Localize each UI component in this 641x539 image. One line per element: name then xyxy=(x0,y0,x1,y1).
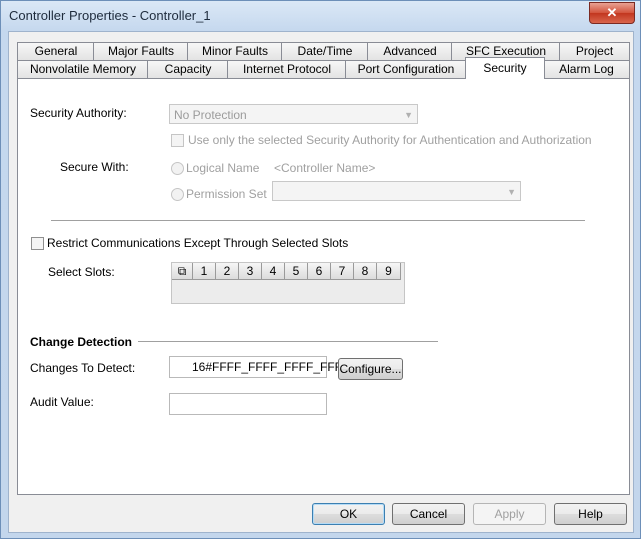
change-detection-heading: Change Detection xyxy=(30,335,133,349)
chevron-down-icon: ▼ xyxy=(507,187,516,197)
copy-icon[interactable]: ⧉ xyxy=(172,263,193,280)
change-detection-divider xyxy=(138,341,438,343)
tab-alarm-log[interactable]: Alarm Log xyxy=(543,60,630,78)
window-title: Controller Properties - Controller_1 xyxy=(9,8,211,23)
security-tab-panel: Security Authority: No Protection ▼ Use … xyxy=(17,78,630,495)
title-bar[interactable]: Controller Properties - Controller_1 ✕ xyxy=(1,1,640,31)
slot-header[interactable]: 6 xyxy=(308,263,331,280)
audit-value-label: Audit Value: xyxy=(30,395,94,409)
slot-header[interactable]: 9 xyxy=(377,263,401,280)
tab-advanced[interactable]: Advanced xyxy=(367,42,453,60)
slot-header[interactable]: 2 xyxy=(216,263,239,280)
separator-line xyxy=(51,220,585,222)
logical-name-value: <Controller Name> xyxy=(274,161,376,175)
tab-internet-protocol[interactable]: Internet Protocol xyxy=(227,60,347,78)
use-only-authority-label: Use only the selected Security Authority… xyxy=(188,133,592,147)
cancel-button[interactable]: Cancel xyxy=(392,503,465,525)
controller-properties-window: Controller Properties - Controller_1 ✕ G… xyxy=(0,0,641,539)
slot-header[interactable]: 7 xyxy=(331,263,354,280)
tab-port-configuration[interactable]: Port Configuration xyxy=(345,60,467,78)
tab-minor-faults[interactable]: Minor Faults xyxy=(187,42,283,60)
secure-with-label: Secure With: xyxy=(60,160,129,174)
select-slots-label: Select Slots: xyxy=(48,265,115,279)
audit-value-field[interactable] xyxy=(169,393,327,415)
restrict-communications-checkbox[interactable] xyxy=(31,237,44,250)
changes-to-detect-label: Changes To Detect: xyxy=(30,361,136,375)
permission-set-radio[interactable] xyxy=(171,188,184,201)
tab-general[interactable]: General xyxy=(17,42,95,60)
ok-button[interactable]: OK xyxy=(312,503,385,525)
tab-capacity[interactable]: Capacity xyxy=(147,60,229,78)
slot-header[interactable]: 8 xyxy=(354,263,377,280)
configure-button[interactable]: Configure... xyxy=(338,358,403,380)
logical-name-label: Logical Name xyxy=(186,161,260,175)
slot-selector-grid[interactable]: ⧉ 1 2 3 4 5 6 7 8 9 xyxy=(171,262,405,304)
permission-set-label: Permission Set xyxy=(186,187,267,201)
close-button[interactable]: ✕ xyxy=(589,2,635,24)
security-authority-label: Security Authority: xyxy=(30,106,127,120)
logical-name-radio[interactable] xyxy=(171,162,184,175)
tab-nonvolatile-memory[interactable]: Nonvolatile Memory xyxy=(17,60,149,78)
permission-set-dropdown[interactable]: ▼ xyxy=(272,181,521,201)
tab-major-faults[interactable]: Major Faults xyxy=(93,42,189,60)
apply-button[interactable]: Apply xyxy=(473,503,546,525)
tab-project[interactable]: Project xyxy=(559,42,630,60)
slot-header[interactable]: 5 xyxy=(285,263,308,280)
tab-security[interactable]: Security xyxy=(465,57,545,79)
dialog-client-area: General Major Faults Minor Faults Date/T… xyxy=(8,31,634,533)
restrict-communications-label: Restrict Communications Except Through S… xyxy=(47,236,349,250)
changes-to-detect-field[interactable]: 16#FFFF_FFFF_FFFF_FFFF xyxy=(169,356,349,378)
tab-date-time[interactable]: Date/Time xyxy=(281,42,369,60)
chevron-down-icon: ▼ xyxy=(404,110,413,120)
slot-header[interactable]: 3 xyxy=(239,263,262,280)
security-authority-dropdown[interactable]: No Protection ▼ xyxy=(169,104,418,124)
slot-header[interactable]: 1 xyxy=(193,263,216,280)
slot-header[interactable]: 4 xyxy=(262,263,285,280)
security-authority-value: No Protection xyxy=(174,108,247,122)
use-only-authority-checkbox[interactable] xyxy=(171,134,184,147)
help-button[interactable]: Help xyxy=(554,503,627,525)
